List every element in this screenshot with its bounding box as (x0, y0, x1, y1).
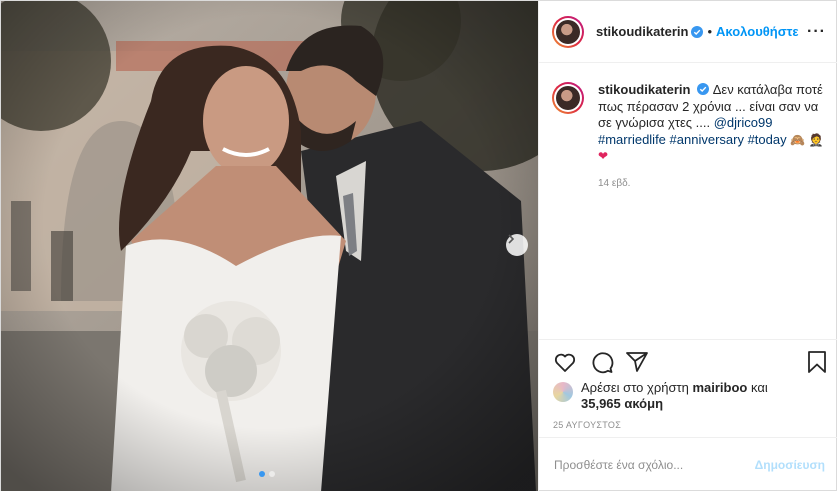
caption-username[interactable]: stikoudikaterin (598, 82, 690, 97)
caption-mention[interactable]: @djrico99 (714, 115, 773, 130)
post-photo[interactable] (1, 1, 538, 491)
likes-text: Αρέσει στο χρήστη mairiboo και 35,965 ακ… (581, 380, 768, 412)
comment-box: Προσθέστε ένα σχόλιο... Δημοσίευση (539, 437, 837, 491)
share-icon[interactable] (625, 350, 649, 374)
post-comment-button[interactable]: Δημοσίευση (755, 458, 825, 472)
likes-summary: Αρέσει στο χρήστη mairiboo και 35,965 ακ… (553, 380, 768, 412)
action-bar (539, 339, 837, 384)
carousel-dot (269, 471, 275, 477)
caption-text: stikoudikaterin Δεν κατάλαβα ποτέ πως πέ… (598, 82, 828, 165)
verified-badge-icon (691, 25, 704, 38)
profile-avatar[interactable] (552, 15, 584, 48)
caption-hashtags[interactable]: #marriedlife #anniversary #today (598, 132, 787, 147)
likes-middle: και (747, 380, 768, 395)
post-caption: stikoudikaterin Δεν κατάλαβα ποτέ πως πέ… (552, 82, 832, 189)
post-date[interactable]: 25 ΑΥΓΟΥΣΤΟΣ (553, 420, 621, 430)
header-username[interactable]: stikoudikaterin (596, 24, 688, 39)
comment-icon[interactable] (590, 350, 614, 374)
wedding-photo (1, 1, 538, 491)
monkey-emoji-icon: 🙈 (790, 132, 806, 147)
chevron-right-icon (508, 234, 515, 244)
instagram-post: stikoudikaterin • Ακολουθήστε ··· stikou… (0, 0, 837, 491)
likes-prefix: Αρέσει στο χρήστη (581, 380, 693, 395)
liker-username[interactable]: mairiboo (692, 380, 747, 395)
follow-button[interactable]: Ακολουθήστε (716, 24, 799, 39)
caption-avatar[interactable] (552, 82, 584, 114)
heart-emoji-icon: ❤ (598, 149, 609, 163)
likes-count[interactable]: 35,965 ακόμη (581, 396, 663, 411)
comment-input[interactable]: Προσθέστε ένα σχόλιο... (554, 458, 755, 472)
heart-icon[interactable] (553, 350, 577, 374)
groom-emoji-icon: 🤵 (808, 132, 824, 147)
next-image-button[interactable] (506, 234, 528, 256)
caption-timestamp[interactable]: 14 εβδ. (598, 178, 832, 189)
carousel-indicator (259, 471, 275, 477)
header-separator: • (707, 24, 713, 39)
carousel-dot-active (259, 471, 265, 477)
liker-avatar[interactable] (553, 382, 573, 402)
verified-badge-icon (697, 83, 710, 95)
post-sidebar: stikoudikaterin • Ακολουθήστε ··· stikou… (538, 1, 837, 491)
bookmark-icon[interactable] (807, 350, 827, 374)
more-options-icon[interactable]: ··· (807, 23, 826, 41)
post-header: stikoudikaterin • Ακολουθήστε ··· (539, 1, 837, 63)
